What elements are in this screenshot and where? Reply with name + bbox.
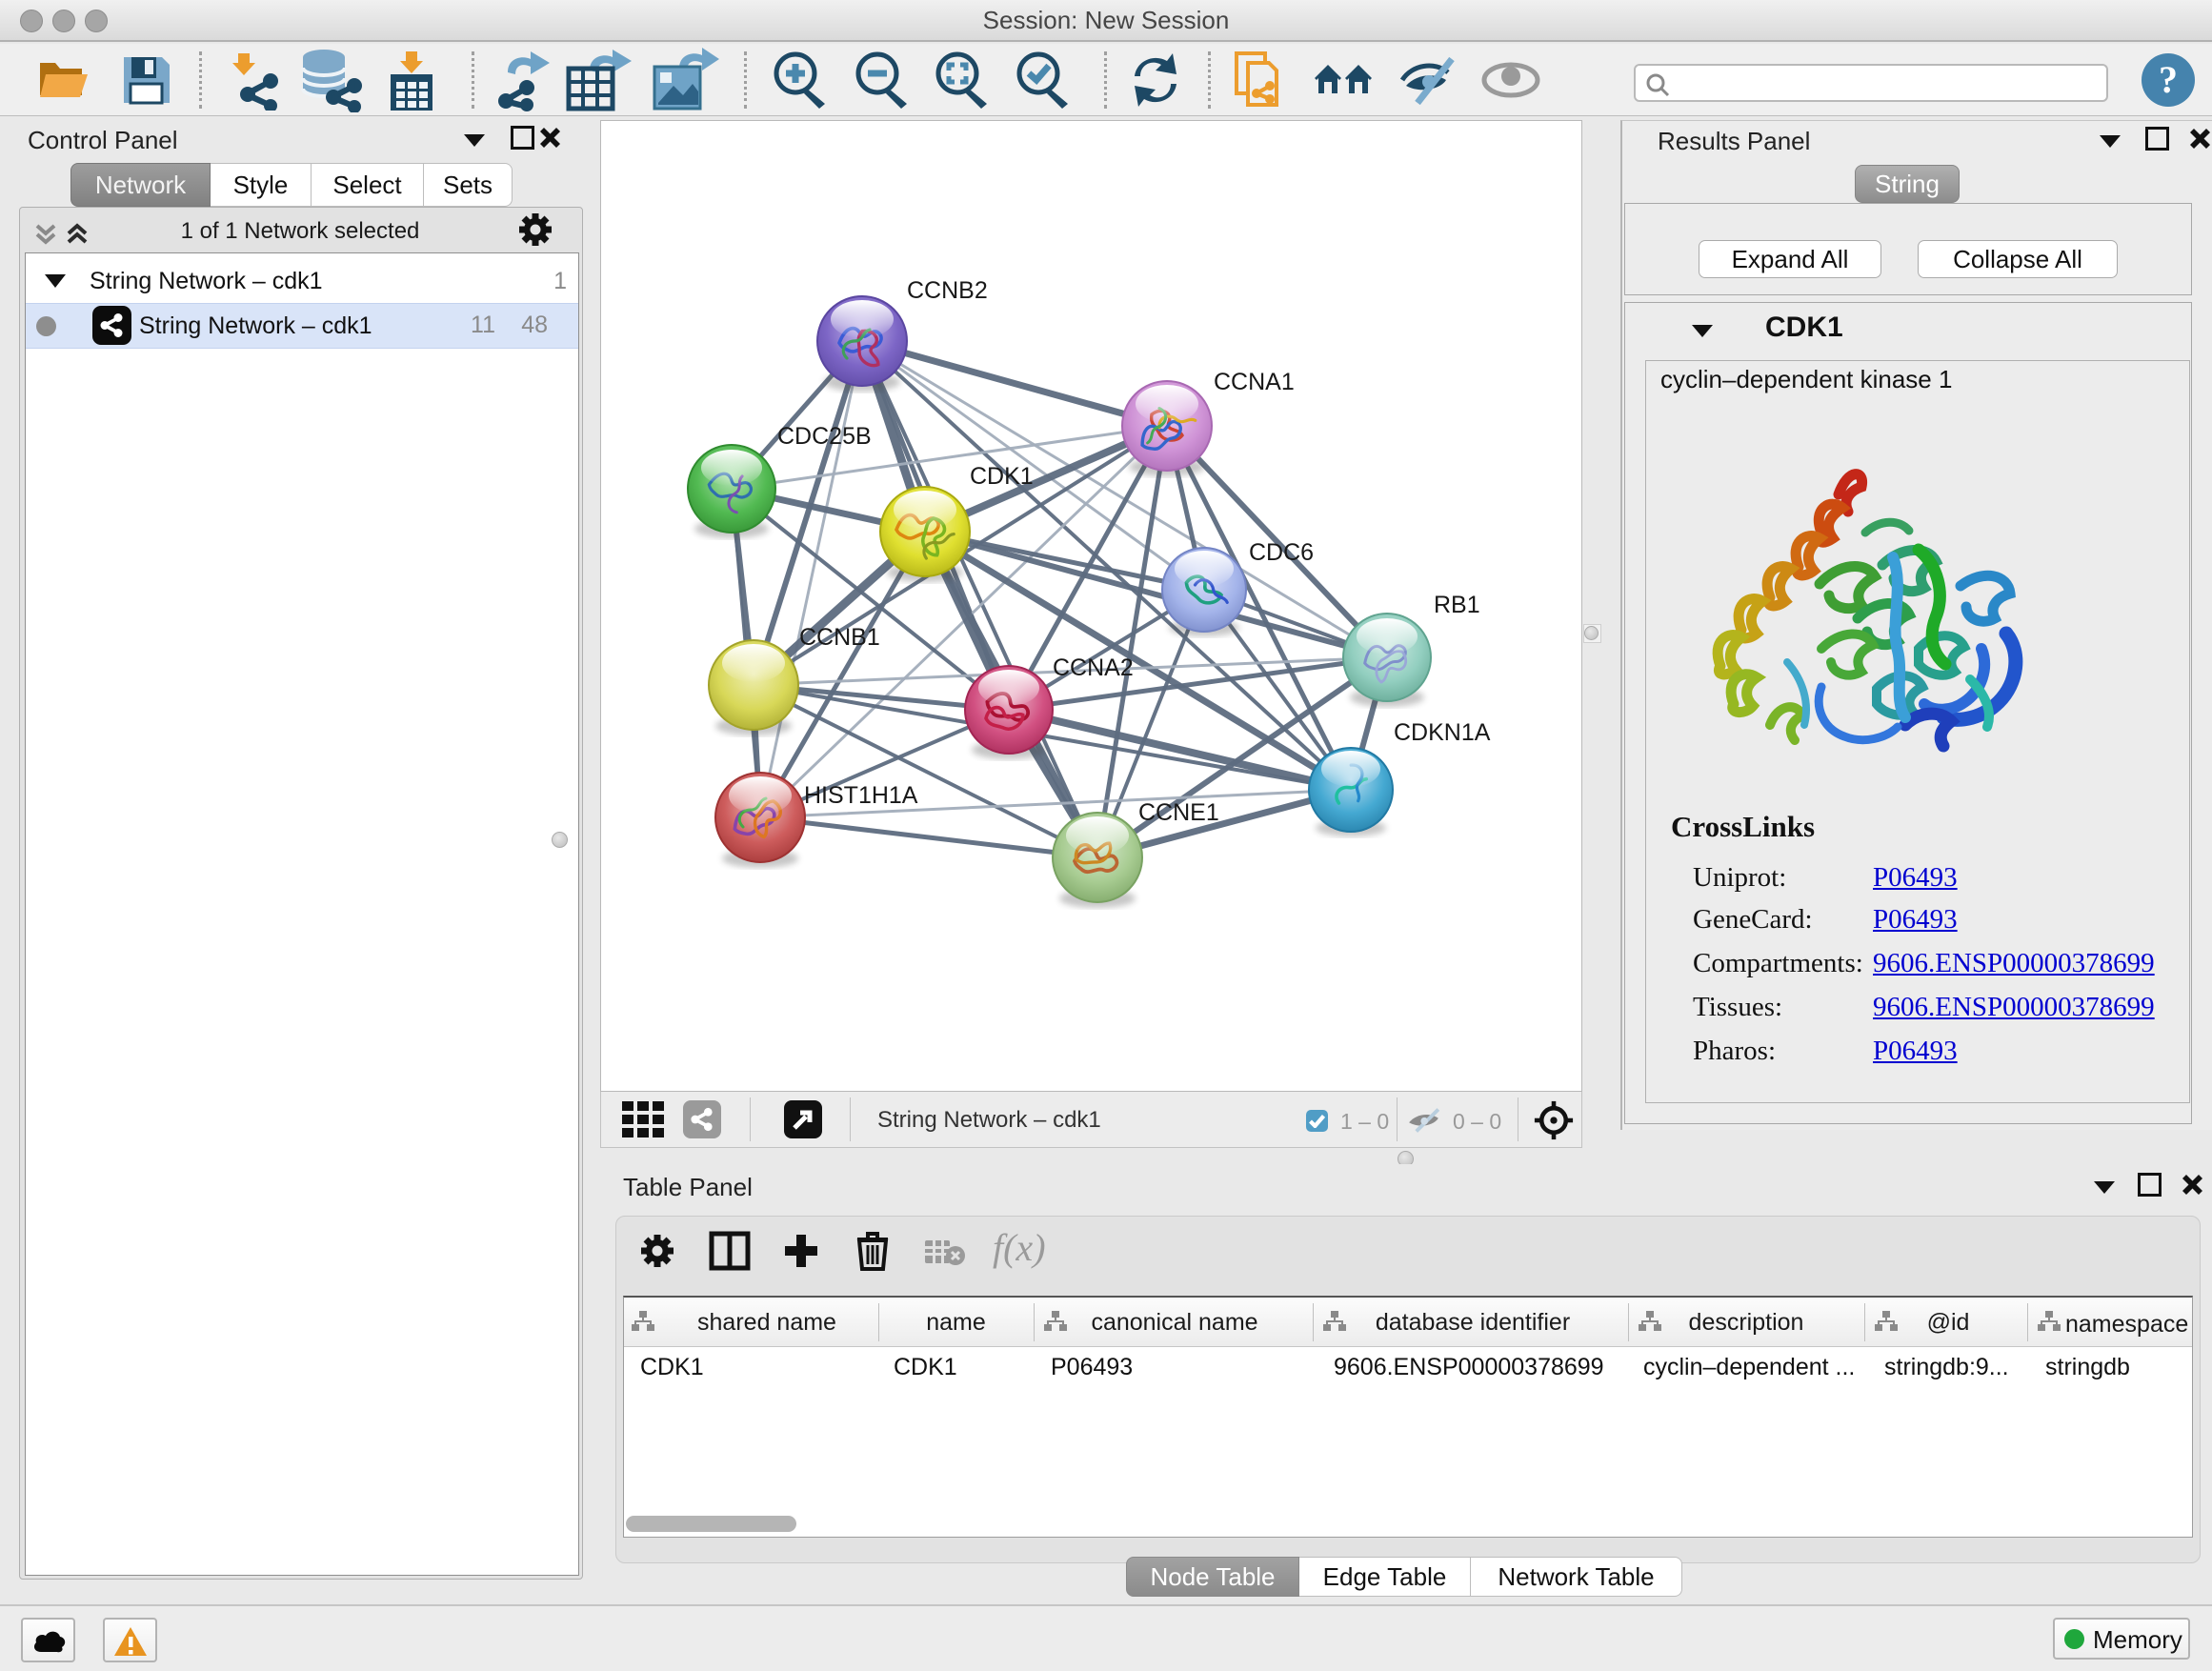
svg-text:CCNB1: CCNB1 <box>799 624 880 651</box>
svg-text:HIST1H1A: HIST1H1A <box>804 782 918 809</box>
svg-text:CCNE1: CCNE1 <box>1138 799 1219 826</box>
svg-text:?: ? <box>2159 58 2178 101</box>
svg-text:CDK1: CDK1 <box>970 463 1034 490</box>
svg-text:CCNA2: CCNA2 <box>1053 654 1134 681</box>
svg-text:CCNA1: CCNA1 <box>1214 369 1295 395</box>
svg-text:CDC25B: CDC25B <box>777 423 872 450</box>
svg-text:CDC6: CDC6 <box>1249 539 1314 566</box>
svg-text:RB1: RB1 <box>1434 592 1480 618</box>
svg-text:CDKN1A: CDKN1A <box>1394 719 1491 746</box>
svg-text:CCNB2: CCNB2 <box>907 277 988 304</box>
